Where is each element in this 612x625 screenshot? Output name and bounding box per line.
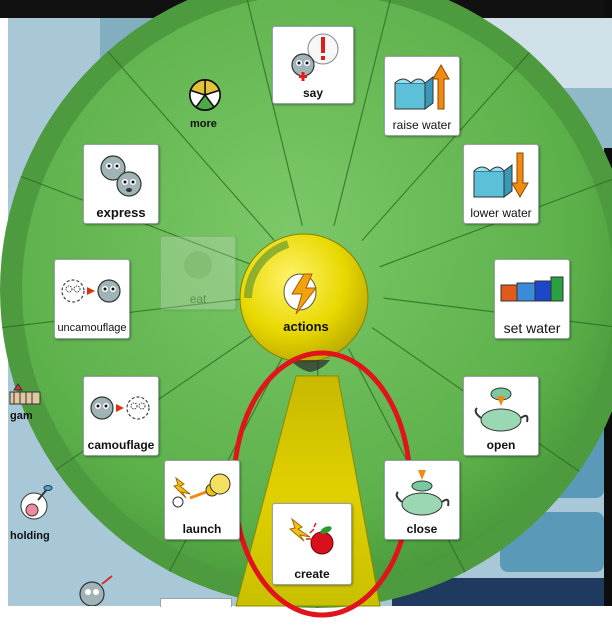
set-water-button[interactable]: set water bbox=[494, 259, 570, 339]
lower-water-button[interactable]: lower water bbox=[463, 144, 539, 224]
camouflage-icon bbox=[84, 377, 158, 438]
express-label: express bbox=[96, 205, 146, 220]
open-button[interactable]: open bbox=[463, 376, 539, 456]
pie-menu-icon bbox=[189, 79, 221, 111]
open-label: open bbox=[486, 438, 516, 452]
express-button[interactable]: express bbox=[83, 144, 159, 224]
uncamouflage-icon bbox=[55, 260, 129, 321]
holding-button[interactable]: holding bbox=[8, 484, 66, 546]
character-icon bbox=[79, 575, 113, 607]
close-button[interactable]: close bbox=[384, 460, 460, 540]
raise-water-button[interactable]: raise water bbox=[384, 56, 460, 136]
eat-icon bbox=[161, 237, 235, 292]
camouflage-label: camouflage bbox=[87, 438, 155, 452]
teapot-close-icon bbox=[385, 461, 459, 522]
game-label: gam bbox=[10, 410, 33, 422]
eat-tile-faded: eat bbox=[160, 236, 236, 310]
create-button[interactable]: create bbox=[272, 503, 352, 585]
more-label: more bbox=[190, 118, 217, 130]
say-button[interactable]: say bbox=[272, 26, 354, 104]
colored-cubes-icon bbox=[495, 260, 569, 321]
ice-cream-icon bbox=[20, 485, 53, 520]
create-label: create bbox=[294, 567, 330, 581]
say-label: say bbox=[302, 86, 324, 100]
raise-water-label: raise water bbox=[392, 118, 452, 132]
pie-menu-screen: actions eat more say raise water lower w… bbox=[0, 0, 612, 620]
partial-item-bottom-left[interactable] bbox=[72, 574, 116, 607]
game-board-icon bbox=[9, 383, 41, 405]
launch-icon bbox=[165, 461, 239, 522]
two-faces-icon bbox=[84, 145, 158, 206]
uncamouflage-label: uncamouflage bbox=[57, 322, 127, 334]
center-label: actions bbox=[283, 319, 329, 334]
more-button[interactable]: more bbox=[174, 78, 238, 134]
water-up-arrow-icon bbox=[385, 57, 459, 118]
holding-label: holding bbox=[10, 530, 50, 542]
set-water-label: set water bbox=[503, 320, 561, 336]
lower-water-label: lower water bbox=[470, 206, 532, 220]
launch-label: launch bbox=[182, 522, 222, 536]
water-down-arrow-icon bbox=[464, 145, 538, 206]
speech-bubble-icon bbox=[273, 27, 353, 86]
launch-button[interactable]: launch bbox=[164, 460, 240, 540]
sparkle-apple-icon bbox=[273, 504, 351, 567]
game-button[interactable]: gam bbox=[6, 380, 50, 430]
teapot-open-icon bbox=[464, 377, 538, 438]
partial-item-bottom[interactable] bbox=[160, 598, 232, 607]
camouflage-button[interactable]: camouflage bbox=[83, 376, 159, 456]
uncamouflage-button[interactable]: uncamouflage bbox=[54, 259, 130, 339]
close-label: close bbox=[406, 522, 438, 536]
eat-label: eat bbox=[189, 292, 207, 306]
